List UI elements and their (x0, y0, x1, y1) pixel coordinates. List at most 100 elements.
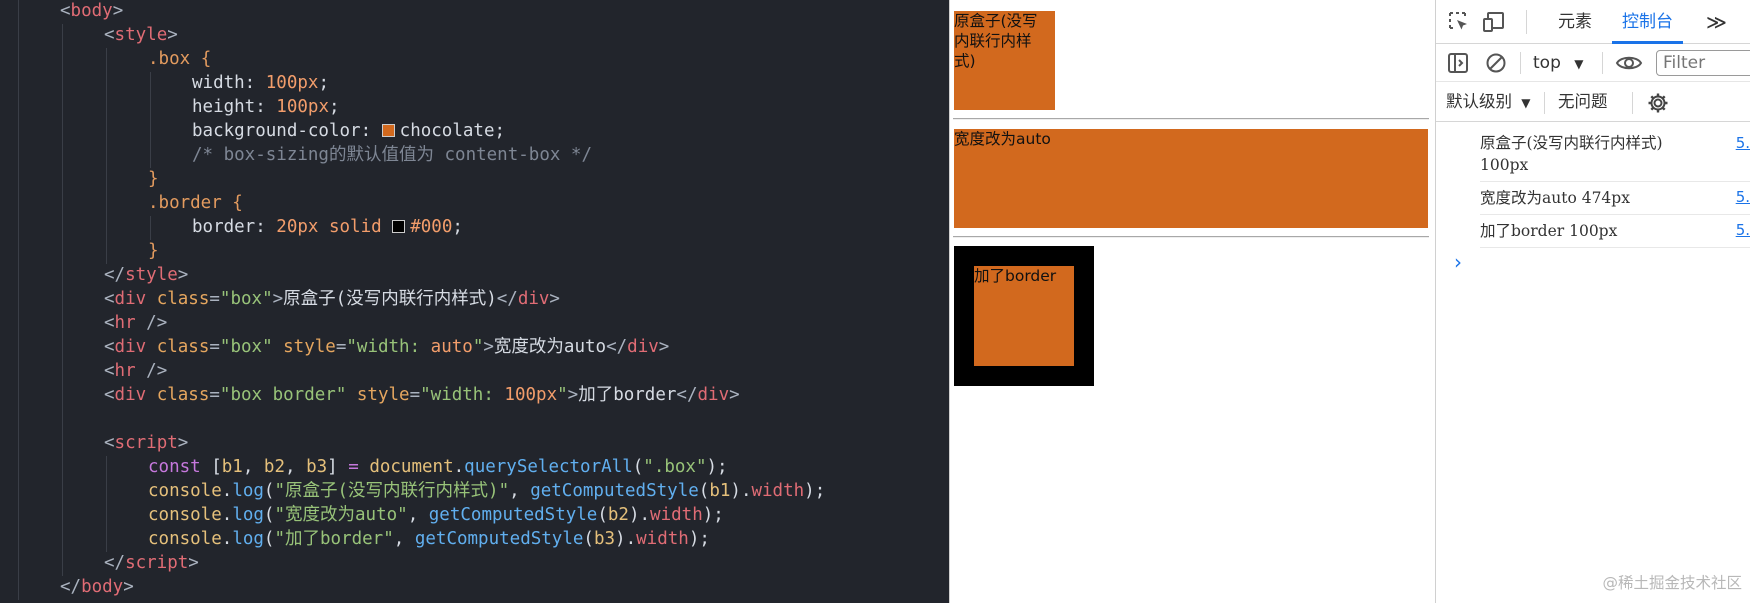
code-token: style (125, 265, 178, 285)
code-line: height: 100px; (192, 95, 340, 119)
code-token: b2 (607, 505, 629, 525)
code-token: /> (135, 313, 168, 333)
chevron-down-icon: ▼ (1521, 96, 1531, 110)
code-line: const [b1, b2, b3] = document.querySelec… (148, 455, 728, 479)
code-line: <style> (104, 23, 178, 47)
code-token: 原盒子(没写内联行内样式) (283, 289, 497, 309)
code-token: ( (698, 481, 710, 501)
console-toolbar: top ▼ (1436, 44, 1750, 82)
code-token: . (453, 457, 465, 477)
code-token: } (148, 241, 159, 261)
code-line: <div class="box" style="width: auto">宽度改… (104, 335, 669, 359)
code-token: = (348, 457, 359, 477)
code-token: 加了border (578, 385, 677, 405)
code-token: > (483, 337, 494, 357)
code-line: </body> (60, 575, 134, 599)
code-token: "width: (346, 337, 431, 357)
message-divider (1480, 247, 1750, 248)
code-token: width (650, 505, 703, 525)
code-token: ; (494, 121, 506, 141)
toolbar-separator (1520, 52, 1521, 74)
code-line: } (148, 167, 159, 191)
demo-box-auto: 宽度改为auto (954, 129, 1428, 228)
code-editor[interactable]: <body> <style> .box {width: 100px; height: … (0, 0, 949, 603)
indent-guide (62, 24, 63, 576)
code-token: </ (104, 265, 126, 285)
log-levels-dropdown[interactable]: 默认级别 ▼ (1446, 82, 1530, 122)
code-token: > (567, 385, 579, 405)
code-token: width (636, 529, 689, 549)
live-expression-eye-icon[interactable] (1614, 51, 1644, 75)
issues-counter[interactable]: 无问题 (1558, 82, 1608, 122)
code-token: ] (327, 457, 349, 477)
console-source-link[interactable]: 5. (1736, 188, 1750, 206)
code-token: < (104, 337, 115, 357)
code-token: > (177, 265, 189, 285)
code-token: ( (263, 529, 275, 549)
page-preview: 原盒子(没写内联行内样式) 宽度改为auto 加了border (949, 0, 1435, 603)
code-token: = (209, 289, 220, 309)
code-line: background-color: chocolate; (192, 119, 505, 143)
code-token: style (346, 385, 410, 405)
code-token: document (358, 457, 454, 477)
code-token: class (146, 385, 210, 405)
code-token: "原盒子(没写内联行内样式)" (274, 481, 510, 501)
message-divider (1480, 181, 1750, 182)
console-message-text: 加了border 100px (1480, 222, 1618, 240)
code-line: } (148, 239, 159, 263)
code-token: } (148, 169, 159, 189)
code-line: <hr /> (104, 359, 167, 383)
code-token: , (509, 481, 531, 501)
console-source-link[interactable]: 5. (1736, 221, 1750, 239)
context-selector[interactable]: top ▼ (1533, 44, 1584, 82)
code-token: ); (804, 481, 826, 501)
console-filter-input[interactable] (1656, 50, 1750, 76)
code-token: log (232, 529, 264, 549)
color-swatch[interactable] (381, 124, 395, 137)
code-token: = (335, 337, 347, 357)
code-token: , (285, 457, 307, 477)
code-token: auto (430, 337, 473, 357)
settings-gear-icon[interactable] (1646, 91, 1670, 115)
console-message: 加了border 100px 5. (1436, 217, 1750, 245)
code-token: </ (676, 385, 698, 405)
more-tabs-icon[interactable]: ≫ (1706, 0, 1727, 44)
code-token: background-color: (192, 121, 382, 141)
code-token: b2 (263, 457, 285, 477)
code-token: width (751, 481, 805, 501)
code-token: body (70, 1, 113, 21)
console-source-link[interactable]: 5. (1736, 134, 1750, 152)
inspect-element-icon[interactable] (1446, 10, 1472, 34)
code-token: > (167, 25, 178, 45)
code-token: > (123, 577, 134, 597)
code-token: ( (583, 529, 594, 549)
color-swatch[interactable] (392, 220, 406, 233)
code-token: querySelectorAll (464, 457, 633, 477)
code-token: chocolate (399, 121, 495, 141)
code-token: ; (328, 97, 340, 117)
code-token: ( (597, 505, 608, 525)
code-token: ; (318, 73, 329, 93)
code-token: 宽度改为auto (493, 337, 607, 357)
code-token: "box" (219, 337, 273, 357)
code-token: console (148, 529, 222, 549)
code-token: border: (192, 217, 277, 237)
tab-console[interactable]: 控制台 (1612, 0, 1683, 44)
code-line: console.log("原盒子(没写内联行内样式)", getComputed… (148, 479, 825, 503)
console-prompt-icon[interactable]: › (1454, 250, 1462, 274)
code-token: < (104, 361, 115, 381)
code-token: class (146, 289, 210, 309)
console-message: 宽度改为auto 474px 5. (1436, 184, 1750, 212)
code-token: ); (702, 505, 724, 525)
divider-2 (953, 236, 1429, 238)
sidebar-toggle-icon[interactable] (1446, 51, 1470, 75)
code-token: </ (60, 577, 82, 597)
code-token: ".box" (643, 457, 707, 477)
console-message-text: 宽度改为auto 474px (1480, 189, 1630, 207)
code-line: /* box-sizing的默认值值为 content-box */ (192, 143, 592, 167)
context-selector-value: top (1533, 53, 1561, 73)
device-toolbar-icon[interactable] (1482, 10, 1508, 34)
clear-console-icon[interactable] (1484, 51, 1508, 75)
tab-elements[interactable]: 元素 (1558, 0, 1592, 44)
code-token: "宽度改为auto" (274, 505, 408, 525)
